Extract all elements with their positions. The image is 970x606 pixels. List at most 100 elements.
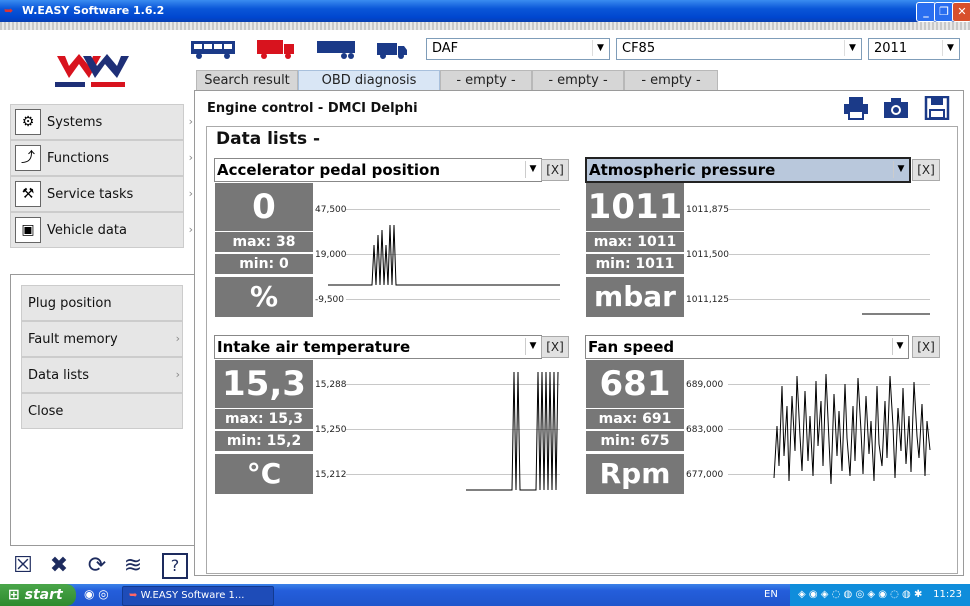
- sidebar-item-functions[interactable]: ⤴ Functions ›: [10, 140, 193, 176]
- unit-label: Rpm: [586, 454, 684, 494]
- max-value: max: 15,3: [215, 409, 313, 429]
- parameter-select-intake-temp[interactable]: Intake air temperature ▼: [214, 335, 542, 359]
- sidebar-item-close[interactable]: Close: [21, 393, 183, 429]
- bus-icon[interactable]: [190, 38, 236, 60]
- chevron-down-icon[interactable]: ▼: [893, 161, 908, 178]
- sidebar-subpanel: Plug position Fault memory › Data lists …: [10, 274, 195, 546]
- year-value: 2011: [874, 41, 908, 56]
- unit-label: mbar: [586, 277, 684, 317]
- y-tick: 1011,500: [686, 250, 729, 260]
- van-icon[interactable]: [376, 38, 408, 60]
- save-icon[interactable]: [924, 96, 950, 120]
- sidebar-item-fault-memory[interactable]: Fault memory ›: [21, 321, 183, 357]
- tab-empty-1[interactable]: - empty -: [440, 70, 532, 91]
- sidebar-item-label: Functions: [47, 151, 110, 166]
- chevron-right-icon: ›: [188, 151, 193, 164]
- sidebar-item-label: Plug position: [28, 296, 112, 311]
- start-button[interactable]: ⊞ start: [0, 584, 76, 606]
- sidebar-item-label: Fault memory: [28, 332, 118, 347]
- start-label: start: [24, 587, 63, 603]
- tab-empty-3[interactable]: - empty -: [624, 70, 718, 91]
- tab-search-result[interactable]: Search result: [196, 70, 298, 91]
- help-icon[interactable]: ?: [162, 553, 188, 579]
- sidebar-item-service-tasks[interactable]: ⚒ Service tasks ›: [10, 176, 193, 212]
- current-value: 1011: [586, 183, 684, 231]
- page-title: Engine control - DMCI Delphi: [207, 101, 418, 116]
- parameter-select-atmospheric[interactable]: Atmospheric pressure ▼: [585, 157, 911, 183]
- current-value: 0: [215, 183, 313, 231]
- min-value: min: 675: [586, 431, 684, 451]
- y-tick: 677,000: [686, 470, 724, 480]
- title-bar[interactable]: ➥ W.EASY Software 1.6.2 _ ❐ ✕: [0, 0, 970, 22]
- app-icon: ➥: [4, 4, 14, 17]
- trailer-icon[interactable]: [316, 38, 356, 60]
- min-value: min: 1011: [586, 254, 684, 274]
- plot-intake-temp: [466, 371, 559, 491]
- chevron-down-icon[interactable]: ▼: [592, 40, 608, 56]
- chevron-down-icon[interactable]: ▼: [892, 338, 907, 355]
- chevron-right-icon: ›: [188, 187, 193, 200]
- remove-panel-button[interactable]: [X]: [912, 336, 940, 358]
- truck-red-icon[interactable]: [256, 38, 296, 60]
- functions-icon: ⤴: [15, 145, 41, 171]
- minimize-button[interactable]: _: [916, 2, 936, 22]
- menu-stripe: [0, 22, 970, 30]
- current-value: 681: [586, 360, 684, 408]
- unit-label: °C: [215, 454, 313, 494]
- sidebar-item-label: Systems: [47, 115, 103, 130]
- make-select[interactable]: DAF ▼: [426, 38, 610, 60]
- remove-panel-button[interactable]: [X]: [912, 159, 940, 181]
- tab-obd-diagnosis[interactable]: OBD diagnosis: [298, 70, 440, 91]
- close-window-button[interactable]: ✕: [952, 2, 970, 22]
- remove-panel-button[interactable]: [X]: [541, 159, 569, 181]
- print-icon[interactable]: [843, 96, 869, 120]
- sidebar-item-label: Close: [28, 404, 64, 419]
- sidebar-item-label: Vehicle data: [47, 223, 127, 238]
- tab-empty-2[interactable]: - empty -: [532, 70, 624, 91]
- language-indicator[interactable]: EN: [764, 589, 778, 600]
- sidebar-item-systems[interactable]: ⚙ Systems ›: [10, 104, 193, 140]
- sidebar-item-plug-position[interactable]: Plug position: [21, 285, 183, 321]
- max-value: max: 38: [215, 232, 313, 252]
- sidebar-item-data-lists[interactable]: Data lists ›: [21, 357, 183, 393]
- parameter-name: Fan speed: [588, 338, 675, 356]
- y-tick: 683,000: [686, 425, 724, 435]
- year-select[interactable]: 2011 ▼: [868, 38, 960, 60]
- chevron-down-icon[interactable]: ▼: [525, 161, 540, 178]
- y-tick: 15,288: [315, 380, 347, 390]
- tools-icon[interactable]: ✖: [46, 553, 72, 579]
- chevron-right-icon: ›: [175, 368, 180, 381]
- system-tray: ◈ ◉ ◈ ◌ ◍ ◎ ◈ ◉ ◌ ◍ ✱ 11:23: [790, 584, 970, 606]
- clock: 11:23: [933, 589, 962, 600]
- parameter-select-fan-speed[interactable]: Fan speed ▼: [585, 335, 909, 359]
- chevron-down-icon[interactable]: ▼: [942, 40, 958, 56]
- chevron-down-icon[interactable]: ▼: [525, 338, 540, 355]
- plot-fan-speed: [773, 373, 931, 485]
- vehicle-data-icon: ▣: [15, 217, 41, 243]
- model-value: CF85: [622, 41, 656, 56]
- y-tick: 15,212: [315, 470, 347, 480]
- exit-icon[interactable]: ☒: [10, 553, 36, 579]
- remove-panel-button[interactable]: [X]: [541, 336, 569, 358]
- systems-icon: ⚙: [15, 109, 41, 135]
- model-select[interactable]: CF85 ▼: [616, 38, 862, 60]
- min-value: min: 15,2: [215, 431, 313, 451]
- update-icon[interactable]: ⟳: [84, 553, 110, 579]
- sidebar-menu: ⚙ Systems › ⤴ Functions › ⚒ Service task…: [10, 104, 194, 272]
- tray-icons[interactable]: ◈ ◉ ◈ ◌ ◍ ◎ ◈ ◉ ◌ ◍ ✱: [798, 589, 922, 600]
- quicklaunch-icons[interactable]: ◉ ◎: [84, 587, 109, 601]
- app-icon: ➥: [129, 590, 138, 601]
- make-value: DAF: [432, 41, 459, 56]
- taskbar-app-button[interactable]: ➥ W.EASY Software 1...: [122, 586, 274, 606]
- parameter-select-accelerator[interactable]: Accelerator pedal position ▼: [214, 158, 542, 182]
- maximize-button[interactable]: ❐: [934, 2, 954, 22]
- sidebar-item-vehicle-data[interactable]: ▣ Vehicle data ›: [10, 212, 193, 248]
- plot-atmospheric: [862, 313, 930, 315]
- chevron-down-icon[interactable]: ▼: [844, 40, 860, 56]
- section-title: Data lists -: [216, 129, 321, 149]
- y-tick: 689,000: [686, 380, 724, 390]
- database-icon[interactable]: ≋: [120, 553, 146, 579]
- window-title: W.EASY Software 1.6.2: [22, 4, 165, 17]
- wrench-icon: ⚒: [15, 181, 41, 207]
- camera-icon[interactable]: [883, 96, 909, 120]
